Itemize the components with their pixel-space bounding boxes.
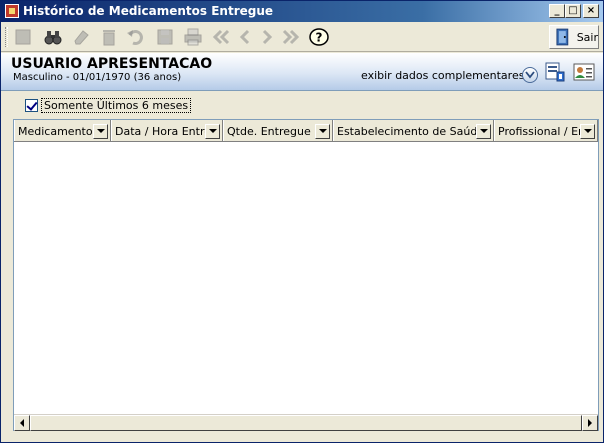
save-button[interactable] <box>153 26 177 48</box>
next-record-button[interactable] <box>255 26 279 48</box>
help-button[interactable]: ? <box>307 26 331 48</box>
patient-banner: USUARIO APRESENTACAO Masculino - 01/01/1… <box>1 53 603 91</box>
patient-info: Masculino - 01/01/1970 (36 anos) <box>13 72 182 83</box>
close-button[interactable]: × <box>583 4 599 18</box>
scroll-left-button[interactable] <box>14 415 30 431</box>
window-title: Histórico de Medicamentos Entregue <box>23 4 274 18</box>
medications-grid: Medicamento Data / Hora Entrega Qtde. En… <box>13 119 599 431</box>
search-button[interactable] <box>41 26 65 48</box>
toolbar-grip[interactable] <box>5 27 8 47</box>
title-bar: Histórico de Medicamentos Entregue _ □ × <box>1 1 603 22</box>
undo-button[interactable] <box>123 26 147 48</box>
app-icon <box>5 4 19 18</box>
first-icon <box>212 29 230 45</box>
column-filter-dropdown-icon[interactable] <box>93 123 108 139</box>
window: Histórico de Medicamentos Entregue _ □ × <box>0 0 604 443</box>
save-icon <box>157 29 173 45</box>
maximize-button[interactable]: □ <box>565 4 581 18</box>
column-header-data-hora[interactable]: Data / Hora Entrega <box>111 120 223 141</box>
exit-button[interactable]: Sair <box>549 25 599 49</box>
patient-name: USUARIO APRESENTACAO <box>11 56 213 72</box>
last-6-months-checkbox[interactable] <box>25 98 38 112</box>
first-record-button[interactable] <box>209 26 233 48</box>
last-record-button[interactable] <box>279 26 303 48</box>
eraser-icon <box>74 30 89 45</box>
chevron-down-icon[interactable] <box>522 67 538 83</box>
help-icon: ? <box>309 28 329 46</box>
print-button[interactable] <box>181 26 205 48</box>
trash-icon <box>103 30 115 46</box>
column-filter-dropdown-icon[interactable] <box>315 123 330 139</box>
column-header-profissional[interactable]: Profissional / Entregador <box>494 120 598 141</box>
new-button[interactable] <box>11 26 35 48</box>
filter-row: Somente Últimos 6 meses <box>25 97 192 113</box>
last-icon <box>282 29 300 45</box>
svg-text:?: ? <box>316 31 323 45</box>
content-area: Somente Últimos 6 meses Medicamento Data… <box>5 91 599 438</box>
next-icon <box>262 29 273 45</box>
exit-door-icon <box>556 28 569 46</box>
column-filter-dropdown-icon[interactable] <box>205 123 220 139</box>
undo-icon <box>127 30 143 45</box>
grid-body[interactable] <box>14 143 598 415</box>
binoculars-icon <box>44 31 62 45</box>
scroll-right-button[interactable] <box>582 415 598 431</box>
column-filter-dropdown-icon[interactable] <box>580 123 595 139</box>
toolbar: ? Sair <box>1 22 603 52</box>
clear-button[interactable] <box>69 26 93 48</box>
exit-label: Sair <box>576 30 598 44</box>
column-header-estabelecimento[interactable]: Estabelecimento de Saúde <box>333 120 494 141</box>
show-extra-data-link[interactable]: exibir dados complementares... <box>361 69 535 82</box>
column-header-qtde[interactable]: Qtde. Entregue <box>223 120 333 141</box>
patient-record-icon[interactable] <box>544 61 566 83</box>
delete-button[interactable] <box>97 26 121 48</box>
grid-header: Medicamento Data / Hora Entrega Qtde. En… <box>14 120 598 142</box>
minimize-button[interactable]: _ <box>549 4 565 18</box>
new-icon <box>15 29 31 45</box>
column-header-medicamento[interactable]: Medicamento <box>14 120 111 141</box>
horizontal-scrollbar[interactable] <box>14 414 598 431</box>
column-filter-dropdown-icon[interactable] <box>476 123 491 139</box>
scrollbar-thumb[interactable] <box>30 415 582 431</box>
patient-card-icon[interactable] <box>573 61 595 83</box>
last-6-months-label[interactable]: Somente Últimos 6 meses <box>41 97 192 113</box>
previous-record-button[interactable] <box>233 26 257 48</box>
print-icon <box>184 28 202 46</box>
prev-icon <box>239 29 250 45</box>
